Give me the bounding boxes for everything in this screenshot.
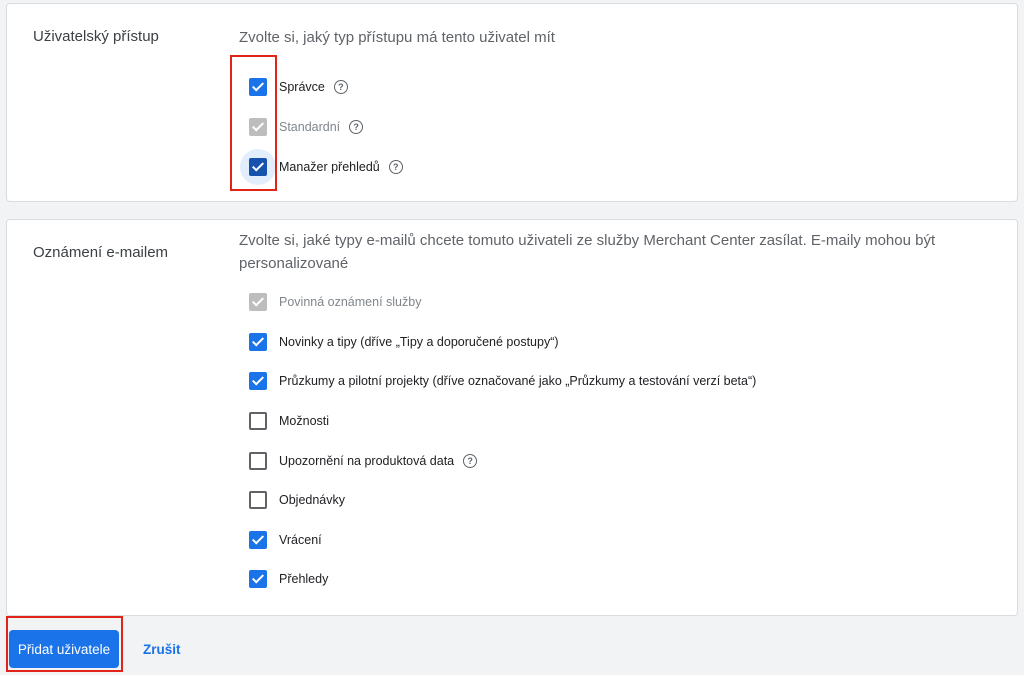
- surveys-checkbox[interactable]: [249, 372, 267, 390]
- reports-checkbox[interactable]: [249, 570, 267, 588]
- help-icon[interactable]: ?: [333, 80, 348, 94]
- reports-manager-label: Manažer přehledů: [279, 160, 380, 174]
- cancel-button[interactable]: Zrušit: [133, 630, 191, 668]
- orders-checkbox[interactable]: [249, 491, 267, 509]
- access-checkboxes-highlight: [230, 55, 277, 191]
- help-icon[interactable]: ?: [349, 120, 364, 134]
- email-option-reports[interactable]: Přehledy: [249, 569, 328, 589]
- product-data-label: Upozornění na produktová data: [279, 454, 455, 468]
- admin-label: Správce: [279, 80, 325, 94]
- user-access-description: Zvolte si, jaký typ přístupu má tento už…: [239, 29, 555, 46]
- news-tips-label: Novinky a tipy (dříve „Tipy a doporučené…: [279, 335, 559, 349]
- returns-label: Vrácení: [279, 533, 322, 547]
- email-option-opportunities[interactable]: Možnosti: [249, 411, 329, 431]
- returns-checkbox[interactable]: [249, 531, 267, 549]
- user-access-title: Uživatelský přístup: [33, 28, 159, 45]
- email-notifications-title: Oznámení e-mailem: [33, 244, 169, 261]
- email-option-mandatory: Povinná oznámení služby: [249, 292, 421, 312]
- email-option-product-data[interactable]: Upozornění na produktová data ?: [249, 451, 478, 471]
- email-option-returns[interactable]: Vrácení: [249, 530, 322, 550]
- news-tips-checkbox[interactable]: [249, 333, 267, 351]
- help-icon[interactable]: ?: [463, 454, 478, 468]
- mandatory-checkbox: [249, 293, 267, 311]
- opportunities-label: Možnosti: [279, 414, 330, 428]
- user-access-card: Uživatelský přístup Zvolte si, jaký typ …: [6, 3, 1018, 202]
- help-icon[interactable]: ?: [388, 160, 403, 174]
- email-option-orders[interactable]: Objednávky: [249, 490, 345, 510]
- opportunities-checkbox[interactable]: [249, 412, 267, 430]
- email-notifications-card: Oznámení e-mailem Zvolte si, jaké typy e…: [6, 219, 1018, 616]
- email-option-news-tips[interactable]: Novinky a tipy (dříve „Tipy a doporučené…: [249, 332, 559, 352]
- surveys-label: Průzkumy a pilotní projekty (dříve označ…: [279, 374, 757, 388]
- mandatory-label: Povinná oznámení služby: [279, 295, 422, 309]
- orders-label: Objednávky: [279, 493, 346, 507]
- email-notifications-description: Zvolte si, jaké typy e-mailů chcete tomu…: [239, 232, 936, 272]
- reports-label: Přehledy: [279, 572, 329, 586]
- standard-label: Standardní: [279, 120, 341, 134]
- email-option-surveys[interactable]: Průzkumy a pilotní projekty (dříve označ…: [249, 371, 756, 391]
- product-data-checkbox[interactable]: [249, 452, 267, 470]
- add-user-button[interactable]: Přidat uživatele: [9, 630, 119, 668]
